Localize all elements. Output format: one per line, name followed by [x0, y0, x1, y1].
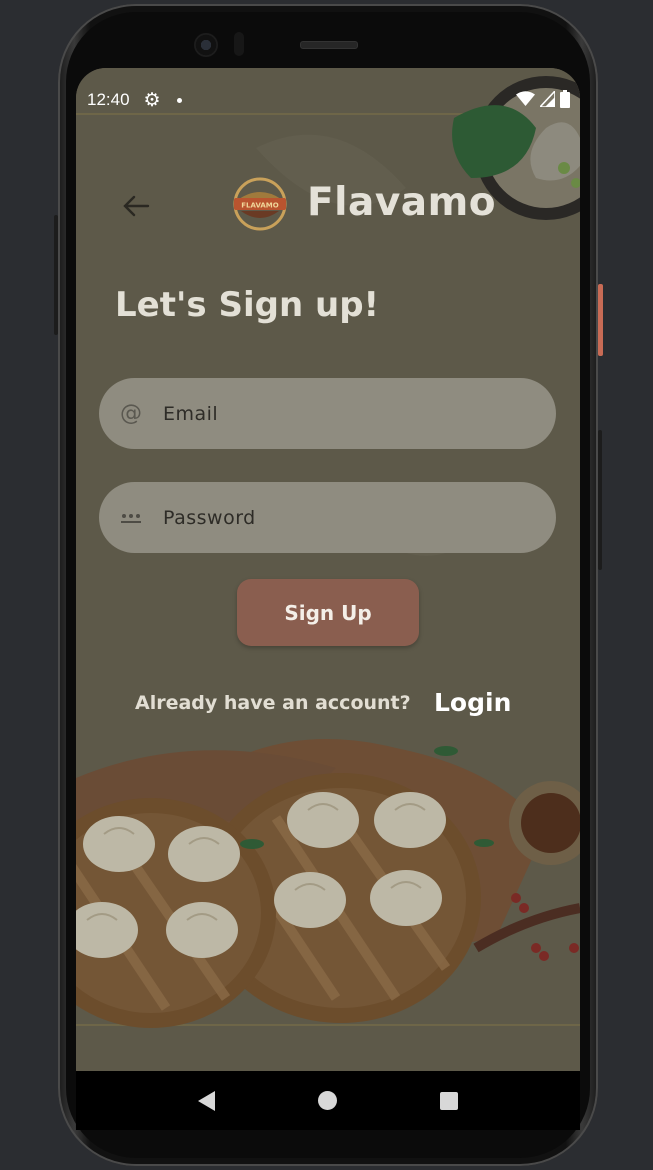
email-field[interactable]: @	[99, 378, 556, 449]
login-link[interactable]: Login	[434, 688, 511, 717]
front-camera	[194, 33, 218, 57]
email-input[interactable]	[161, 401, 556, 426]
status-icons	[516, 90, 570, 108]
proximity-sensor	[234, 32, 244, 56]
signal-icon	[540, 91, 555, 107]
earpiece-speaker	[300, 41, 358, 49]
sign-up-button[interactable]: Sign Up	[237, 579, 419, 646]
wifi-icon	[516, 91, 535, 106]
notification-dot-icon	[176, 97, 182, 103]
password-input[interactable]	[161, 505, 556, 530]
nav-recents-icon[interactable]	[440, 1091, 459, 1110]
battery-icon	[560, 90, 570, 108]
volume-rocker[interactable]	[598, 430, 602, 570]
nav-back-icon[interactable]	[197, 1090, 215, 1111]
status-time: 12:40	[87, 90, 130, 109]
logo-text: FLAVAMO	[241, 202, 279, 210]
power-button[interactable]	[598, 284, 603, 356]
password-field[interactable]	[99, 482, 556, 553]
app-screen: 12:40 ⚙ FLAVAMO Flavamo Let's Sign up! @	[76, 68, 580, 1130]
side-key	[54, 215, 58, 335]
flavamo-logo: FLAVAMO	[233, 177, 287, 231]
status-bar: 12:40 ⚙	[87, 89, 182, 111]
already-have-account-text: Already have an account?	[135, 692, 411, 714]
gear-icon: ⚙	[143, 89, 161, 111]
nav-home-icon[interactable]	[317, 1091, 337, 1110]
arrow-left-icon[interactable]	[122, 194, 150, 218]
system-nav-bar	[76, 1071, 580, 1130]
page-title: Let's Sign up!	[115, 285, 380, 325]
at-sign-icon: @	[120, 401, 142, 426]
brand-name: Flavamo	[307, 180, 496, 225]
password-dots-icon	[121, 513, 141, 523]
